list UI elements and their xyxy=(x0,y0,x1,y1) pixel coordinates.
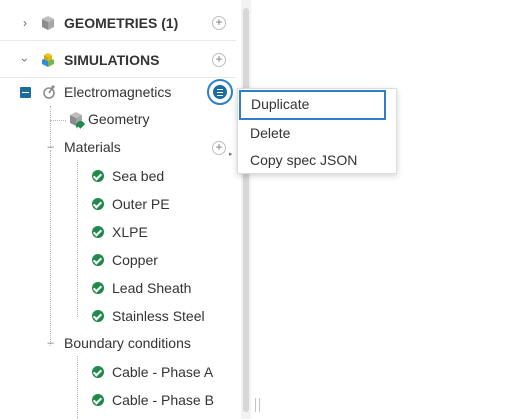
colored-cubes-icon xyxy=(40,52,56,68)
material-label: Sea bed xyxy=(112,168,165,184)
boundary-conditions-node[interactable]: – Boundary conditions xyxy=(0,330,236,358)
simulations-section[interactable]: › SIMULATIONS + xyxy=(0,42,236,78)
check-circle-icon xyxy=(92,254,104,266)
menu-icon[interactable] xyxy=(213,85,227,99)
simulation-geometry-row[interactable]: Geometry xyxy=(0,106,236,134)
check-circle-icon xyxy=(92,310,104,322)
material-label: Lead Sheath xyxy=(112,280,192,296)
boundary-conditions-label: Boundary conditions xyxy=(64,335,191,351)
chevron-right-icon[interactable]: › xyxy=(19,17,31,29)
add-geometry-icon[interactable]: + xyxy=(212,16,226,30)
boundary-condition-item[interactable]: Cable - Phase B xyxy=(0,386,236,414)
menu-item-delete[interactable]: Delete xyxy=(238,119,396,147)
material-item[interactable]: Stainless Steel xyxy=(0,302,236,330)
geometries-section[interactable]: › GEOMETRIES (1) + xyxy=(0,5,236,41)
material-item[interactable]: Outer PE xyxy=(0,190,236,218)
check-circle-icon xyxy=(76,121,85,130)
cube-icon xyxy=(40,15,56,31)
electromagnetics-icon xyxy=(41,84,57,100)
boundary-condition-label: Cable - Phase A xyxy=(112,364,214,380)
collapse-materials-icon[interactable]: – xyxy=(46,142,55,153)
boundary-condition-item[interactable]: Cable - Phase A xyxy=(0,358,236,386)
check-circle-icon xyxy=(92,394,104,406)
material-label: Copper xyxy=(112,252,158,268)
context-menu: Duplicate Delete Copy spec JSON xyxy=(237,88,397,174)
material-item[interactable]: Sea bed xyxy=(0,162,236,190)
chevron-down-icon[interactable]: › xyxy=(18,54,32,66)
menu-item-duplicate[interactable]: Duplicate xyxy=(239,90,386,120)
check-circle-icon xyxy=(92,282,104,294)
collapse-icon[interactable] xyxy=(20,87,31,98)
menu-item-copy-spec-json[interactable]: Copy spec JSON xyxy=(238,146,396,174)
collapse-boundary-conditions-icon[interactable]: – xyxy=(46,338,55,349)
simulation-tree-panel: › GEOMETRIES (1) + › SIMULATIONS + Elect… xyxy=(0,0,252,419)
caret-right-icon: ▸ xyxy=(229,151,233,158)
materials-label: Materials xyxy=(64,139,121,155)
check-circle-icon xyxy=(92,198,104,210)
simulation-row-electromagnetics[interactable]: Electromagnetics xyxy=(0,78,236,106)
material-item[interactable]: Lead Sheath xyxy=(0,274,236,302)
material-label: Stainless Steel xyxy=(112,308,205,324)
simulations-title: SIMULATIONS xyxy=(64,52,160,68)
simulation-name: Electromagnetics xyxy=(64,84,172,100)
check-circle-icon xyxy=(92,170,104,182)
add-material-icon[interactable]: + xyxy=(212,141,226,155)
material-label: Outer PE xyxy=(112,196,170,212)
boundary-condition-label: Cable - Phase B xyxy=(112,392,214,408)
materials-node[interactable]: – Materials + xyxy=(0,134,236,162)
geometry-label: Geometry xyxy=(88,111,150,127)
panel-resize-handle[interactable] xyxy=(255,398,261,412)
material-item[interactable]: XLPE xyxy=(0,218,236,246)
add-simulation-icon[interactable]: + xyxy=(212,53,226,67)
check-circle-icon xyxy=(92,226,104,238)
check-circle-icon xyxy=(92,366,104,378)
material-item[interactable]: Copper xyxy=(0,246,236,274)
geometries-title: GEOMETRIES (1) xyxy=(64,15,179,31)
material-label: XLPE xyxy=(112,224,148,240)
scrollbar-thumb[interactable] xyxy=(243,8,249,412)
